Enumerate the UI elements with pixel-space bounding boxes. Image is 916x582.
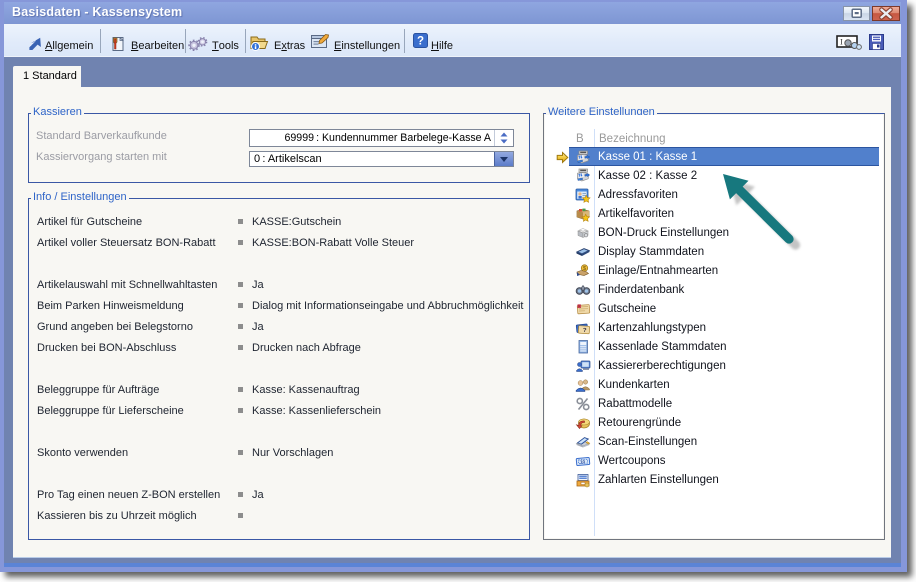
- svg-text:10: 10: [580, 459, 586, 464]
- svg-text:I: I: [840, 37, 843, 47]
- svg-text:?: ?: [417, 36, 424, 48]
